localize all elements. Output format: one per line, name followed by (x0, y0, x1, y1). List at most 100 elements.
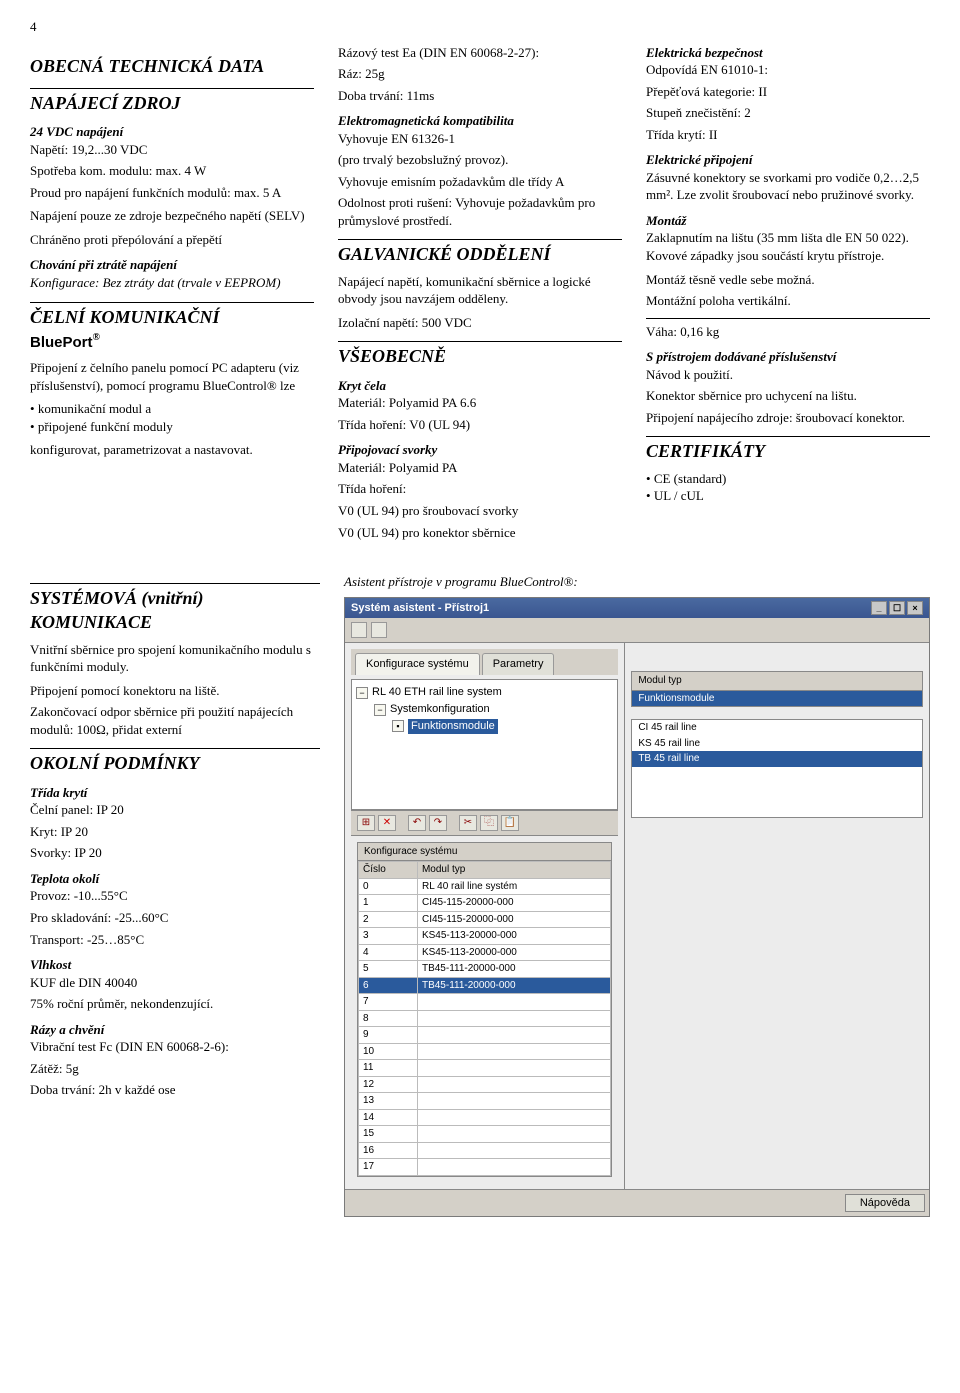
text-temp-transport: Transport: -25…85°C (30, 931, 320, 949)
cell-number: 6 (359, 977, 418, 994)
text-polyamid: Materiál: Polyamid PA (338, 459, 622, 477)
table-row[interactable]: 2CI45-115-20000-000 (359, 911, 611, 928)
table-row[interactable]: 7 (359, 994, 611, 1011)
assistant-label: Asistent přístroje v programu BlueContro… (344, 573, 930, 591)
tree-node-syskonf[interactable]: − Systemkonfiguration (356, 701, 613, 718)
text-bus-conn: V0 (UL 94) pro konektor sběrnice (338, 524, 622, 542)
grid-col-modul[interactable]: Modul typ (417, 862, 610, 879)
label-emc: Elektromagnetická kompatibilita (338, 112, 622, 130)
list-row-funktions[interactable]: Funktionsmodule (632, 691, 922, 707)
tree-view[interactable]: − RL 40 ETH rail line system − Systemkon… (351, 679, 618, 810)
table-row[interactable]: 17 (359, 1159, 611, 1176)
cut-icon[interactable]: ✂ (459, 815, 477, 831)
tab-system-config[interactable]: Konfigurace systému (355, 653, 480, 675)
table-row[interactable]: 11 (359, 1060, 611, 1077)
list-item-selected[interactable]: TB 45 rail line (632, 751, 922, 767)
toolbar-icon[interactable] (351, 622, 367, 638)
module-list-box[interactable]: CI 45 rail line KS 45 rail line TB 45 ra… (631, 719, 923, 818)
tree-node-root[interactable]: − RL 40 ETH rail line system (356, 684, 613, 701)
mid-toolbar: ⊞ ✕ ↶ ↷ ✂ ⿻ 📋 (351, 810, 618, 836)
toolbar-button[interactable]: ↷ (429, 815, 447, 831)
lower-left-col: SYSTÉMOVÁ (vnitřní) KOMUNIKACE Vnitřní s… (30, 573, 320, 1217)
list-item[interactable]: CI 45 rail line (632, 720, 922, 736)
label-protection: Třída krytí (30, 784, 320, 802)
blueport-label: BluePort (30, 334, 93, 351)
table-row[interactable]: 10 (359, 1043, 611, 1060)
cell-number: 17 (359, 1159, 418, 1176)
grid-col-number[interactable]: Číslo (359, 862, 418, 879)
left-pane: Konfigurace systému Parametry − RL 40 ET… (345, 643, 625, 1188)
table-row[interactable]: 14 (359, 1109, 611, 1126)
cell-number: 4 (359, 944, 418, 961)
cell-number: 13 (359, 1093, 418, 1110)
cell-modul: TB45-111-20000-000 (417, 977, 610, 994)
minus-icon[interactable]: − (356, 687, 368, 699)
help-button[interactable]: Nápověda (845, 1194, 925, 1212)
cell-number: 15 (359, 1126, 418, 1143)
cell-modul (417, 994, 610, 1011)
text-adapter: Připojení z čelního panelu pomocí PC ada… (30, 359, 314, 394)
cell-number: 3 (359, 928, 418, 945)
text-termination: Zakončovací odpor sběrnice při použití n… (30, 703, 320, 738)
table-row[interactable]: 6TB45-111-20000-000 (359, 977, 611, 994)
text-power-connector: Připojení napájecího zdroje: šroubovací … (646, 409, 930, 427)
list-item[interactable]: KS 45 rail line (632, 736, 922, 752)
table-row[interactable]: 16 (359, 1142, 611, 1159)
toolbar-icon[interactable] (371, 622, 387, 638)
label-temp: Teplota okolí (30, 870, 320, 888)
table-row[interactable]: 5TB45-111-20000-000 (359, 961, 611, 978)
table-row[interactable]: 12 (359, 1076, 611, 1093)
minimize-button[interactable]: _ (871, 601, 887, 615)
text-temp-op: Provoz: -10...55°C (30, 887, 320, 905)
table-row[interactable]: 9 (359, 1027, 611, 1044)
text-unattended: (pro trvalý bezobslužný provoz). (338, 151, 622, 169)
close-button[interactable]: × (907, 601, 923, 615)
heading-ambient: OKOLNÍ PODMÍNKY (30, 748, 320, 775)
text-ip-terminals: Svorky: IP 20 (30, 844, 320, 862)
bluecontrol-window: Systém asistent - Přístroj1 _ ☐ × Konfig… (344, 597, 930, 1217)
cell-modul: TB45-111-20000-000 (417, 961, 610, 978)
text-flame-class2: Třída hoření: (338, 480, 622, 498)
text-vib-load: Zátěž: 5g (30, 1060, 320, 1078)
minus-icon[interactable]: − (374, 704, 386, 716)
maximize-button[interactable]: ☐ (889, 601, 905, 615)
text-rail-connector: Připojení pomocí konektoru na liště. (30, 682, 320, 700)
heading-front-comm-text: ČELNÍ KOMUNIKAČNÍ (30, 307, 220, 327)
heading-general-tech: OBECNÁ TECHNICKÁ DATA (30, 54, 314, 78)
text-humidity-val: 75% roční průměr, nekondenzující. (30, 995, 320, 1013)
text-kuf: KUF dle DIN 40040 (30, 974, 320, 992)
delete-button[interactable]: ✕ (378, 815, 396, 831)
cell-number: 10 (359, 1043, 418, 1060)
toolbar-button[interactable]: ↶ (408, 815, 426, 831)
table-row[interactable]: 13 (359, 1093, 611, 1110)
table-row[interactable]: 15 (359, 1126, 611, 1143)
grid-table[interactable]: Číslo Modul typ 0RL 40 rail line systém1… (358, 861, 611, 1176)
right-pane: Modul typ Funktionsmodule CI 45 rail lin… (625, 643, 929, 1188)
toolbar-button[interactable]: ⊞ (357, 815, 375, 831)
paste-icon[interactable]: 📋 (501, 815, 519, 831)
table-row[interactable]: 4KS45-113-20000-000 (359, 944, 611, 961)
table-row[interactable]: 1CI45-115-20000-000 (359, 895, 611, 912)
text-configure: konfigurovat, parametrizovat a nastavova… (30, 441, 314, 459)
text-current: Proud pro napájení funkčních modulů: max… (30, 184, 314, 202)
text-selv: Napájení pouze ze zdroje bezpečného napě… (30, 207, 314, 225)
column-3: Elektrická bezpečnost Odpovídá EN 61010-… (646, 44, 930, 546)
cell-modul: KS45-113-20000-000 (417, 928, 610, 945)
text-manual: Návod k použití. (646, 366, 930, 384)
table-row[interactable]: 8 (359, 1010, 611, 1027)
heading-power-supply: NAPÁJECÍ ZDROJ (30, 88, 314, 115)
cell-number: 1 (359, 895, 418, 912)
table-row[interactable]: 0RL 40 rail line systém (359, 878, 611, 895)
heading-general: VŠEOBECNĚ (338, 341, 622, 368)
label-humidity: Vlhkost (30, 956, 320, 974)
list-header-modul: Modul typ (632, 672, 922, 691)
tree-node-funktions[interactable]: ▪ Funktionsmodule (356, 718, 613, 735)
table-row[interactable]: 3KS45-113-20000-000 (359, 928, 611, 945)
tab-parameters[interactable]: Parametry (482, 653, 555, 675)
copy-icon[interactable]: ⿻ (480, 815, 498, 831)
tree-label: Systemkonfiguration (390, 702, 490, 717)
cell-number: 7 (359, 994, 418, 1011)
window-titlebar[interactable]: Systém asistent - Přístroj1 _ ☐ × (345, 598, 929, 619)
label-accessories: S přístrojem dodávané příslušenství (646, 348, 930, 366)
cell-number: 0 (359, 878, 418, 895)
